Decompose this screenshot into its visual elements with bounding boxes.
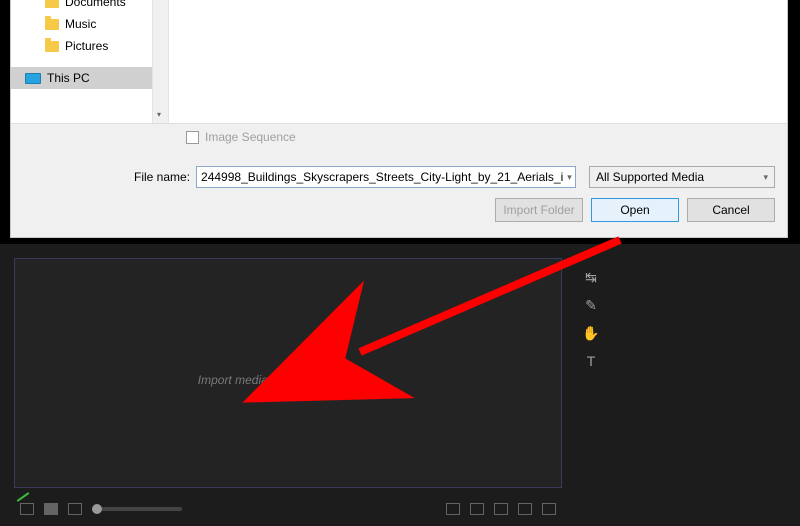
folder-icon [45,0,59,8]
folder-tree-sidebar: Documents Music Pictures This PC ▾ [11,0,169,123]
premiere-workspace: Import media to start ↹ ✎ ✋ T [0,244,800,526]
automate-icon[interactable] [446,503,460,515]
open-button[interactable]: Open [591,198,679,222]
razor-icon[interactable]: ✎ [582,296,600,314]
sidebar-item-label: Documents [65,0,126,9]
type-tool-icon[interactable]: T [582,352,600,370]
file-type-select[interactable]: All Supported Media ▾ [589,166,775,188]
import-hint-text: Import media to start [198,373,308,387]
file-type-value: All Supported Media [596,170,704,184]
project-panel[interactable]: Import media to start [14,258,562,488]
image-sequence-label: Image Sequence [205,130,296,144]
import-folder-button: Import Folder [495,198,583,222]
sidebar-item-documents[interactable]: Documents [11,0,168,13]
sidebar-item-label: Pictures [65,39,108,53]
chevron-down-icon: ▾ [157,110,161,119]
new-item-icon[interactable] [518,503,532,515]
new-bin-icon[interactable] [494,503,508,515]
filename-label: File name: [134,170,190,184]
folder-icon [45,41,59,52]
clear-icon[interactable] [542,503,556,515]
folder-icon [45,19,59,30]
sidebar-item-pictures[interactable]: Pictures [11,35,168,57]
sidebar-scrollbar[interactable]: ▾ [152,0,168,123]
sidebar-item-label: This PC [47,71,90,85]
list-view-icon[interactable] [20,503,34,515]
filename-input[interactable]: 244998_Buildings_Skyscrapers_Streets_Cit… [196,166,576,188]
tools-column: ↹ ✎ ✋ T [578,258,604,380]
sidebar-item-label: Music [65,17,96,31]
cancel-button[interactable]: Cancel [687,198,775,222]
checkbox-icon[interactable] [186,131,199,144]
image-sequence-option[interactable]: Image Sequence [186,130,296,144]
chevron-down-icon: ▾ [763,172,768,183]
ripple-edit-icon[interactable]: ↹ [582,268,600,286]
find-icon[interactable] [470,503,484,515]
pc-icon [25,73,41,84]
zoom-slider[interactable] [92,507,182,511]
dialog-bottom-bar: Image Sequence File name: 244998_Buildin… [11,123,787,237]
project-panel-footer [14,498,562,520]
freeform-view-icon[interactable] [68,503,82,515]
file-list-pane[interactable] [169,0,787,123]
filename-value: 244998_Buildings_Skyscrapers_Streets_Cit… [201,170,563,184]
sidebar-item-music[interactable]: Music [11,13,168,35]
hand-icon[interactable]: ✋ [582,324,600,342]
icon-view-icon[interactable] [44,503,58,515]
file-open-dialog: Documents Music Pictures This PC ▾ Image… [10,0,788,238]
sidebar-item-this-pc[interactable]: This PC [11,67,168,89]
chevron-down-icon[interactable]: ▾ [563,172,572,183]
